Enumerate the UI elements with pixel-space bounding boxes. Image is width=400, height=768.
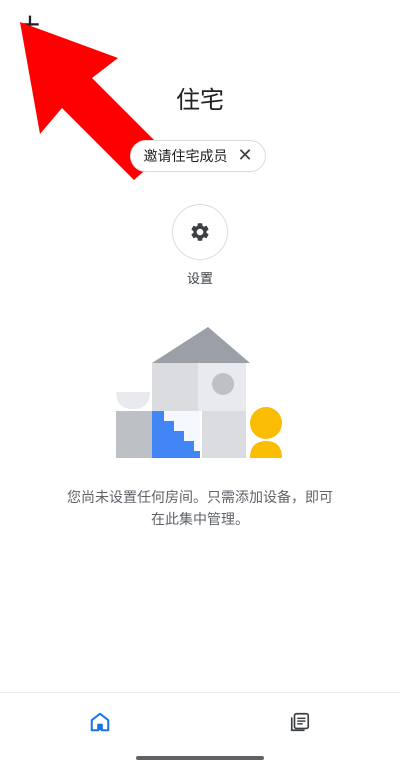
empty-state-message: 您尚未设置任何房间。只需添加设备，即可 在此集中管理。 <box>30 487 370 531</box>
empty-home-illustration <box>116 327 282 458</box>
close-icon[interactable]: ✕ <box>237 147 252 165</box>
empty-state-line-2: 在此集中管理。 <box>151 512 249 528</box>
nav-home-tab[interactable] <box>86 708 114 736</box>
gear-icon <box>191 223 209 241</box>
empty-state-line-1: 您尚未设置任何房间。只需添加设备，即可 <box>67 490 333 506</box>
invite-member-chip[interactable]: 邀请住宅成员 ✕ <box>130 140 266 172</box>
feed-icon <box>290 712 310 732</box>
home-icon <box>90 712 110 732</box>
settings-label: 设置 <box>186 272 213 287</box>
home-screen: + 住宅 邀请住宅成员 ✕ 设置 您尚未设置任何房间。只需添加设备，即可 在此集… <box>0 0 400 768</box>
bottom-nav-divider <box>0 692 400 693</box>
settings-button[interactable] <box>172 204 228 260</box>
nav-feed-tab[interactable] <box>286 708 314 736</box>
page-title: 住宅 <box>176 86 224 114</box>
invite-chip-label: 邀请住宅成员 <box>143 149 228 165</box>
gesture-navigation-bar[interactable] <box>136 756 264 760</box>
